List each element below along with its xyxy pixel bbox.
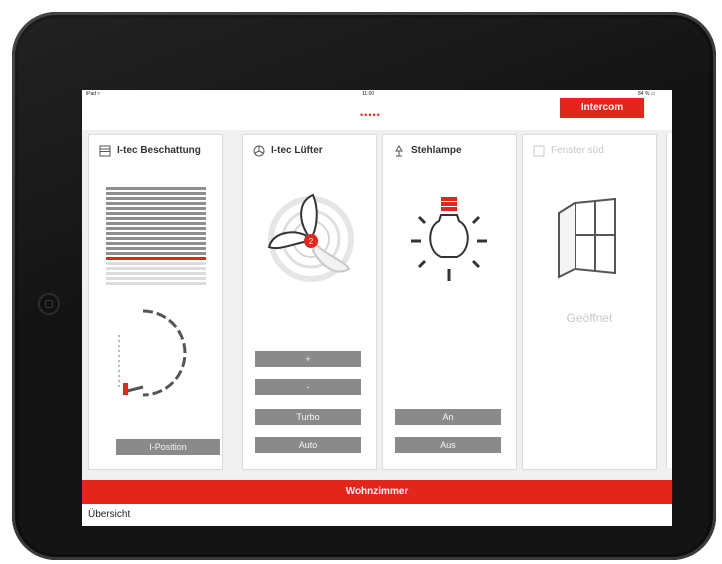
app-screen: iPad ≈ 11:00 84 % ▭ ••••• Intercom I-tec… [82,90,672,526]
slat-angle-dial[interactable] [113,305,203,401]
card-title: I-tec Beschattung [117,145,201,156]
fan-icon [253,145,265,157]
lamp-off-button[interactable]: Aus [395,437,501,453]
window-icon [533,145,545,157]
fan-minus-button[interactable]: - [255,379,361,395]
card-lamp[interactable]: Stehlampe An Aus [382,134,517,470]
card-title: Stehlampe [411,145,462,156]
ipad-frame: iPad ≈ 11:00 84 % ▭ ••••• Intercom I-tec… [12,12,716,560]
bulb-visual[interactable] [397,191,501,287]
card-fan[interactable]: I-tec Lüfter 2 + - Turbo Auto [242,134,377,470]
fan-visual[interactable]: 2 [259,189,359,285]
home-button[interactable] [38,293,60,315]
page-indicator[interactable]: ••••• [360,110,381,120]
card-window[interactable]: Fenster süd Geöffnet [522,134,657,470]
window-status: Geöffnet [566,311,613,325]
status-bar: iPad ≈ 11:00 84 % ▭ [82,90,672,98]
card-header: I-tec Beschattung [99,145,216,157]
card-header: I-tec Lüfter [253,145,370,157]
intercom-button[interactable]: Intercom [560,98,644,118]
card-header: Fenster süd [533,145,650,157]
carrier-text: iPad ≈ [86,91,101,97]
fan-plus-button[interactable]: + [255,351,361,367]
card-title: Fenster süd [551,145,604,156]
lamp-icon [395,145,403,157]
i-position-button[interactable]: I-Position [116,439,220,455]
overview-link[interactable]: Übersicht [88,506,130,524]
blinds-icon [99,145,111,157]
overview-bar: Übersicht [82,504,672,526]
battery-text: 84 % ▭ [638,91,656,97]
open-window-visual [558,197,616,279]
lamp-on-button[interactable]: An [395,409,501,425]
fan-auto-button[interactable]: Auto [255,437,361,453]
clock-text: 11:00 [362,91,375,97]
top-bar: ••••• Intercom [82,98,672,130]
room-title-bar[interactable]: Wohnzimmer [82,480,672,504]
next-card-peek[interactable] [666,134,672,468]
fan-turbo-button[interactable]: Turbo [255,409,361,425]
svg-text:2: 2 [309,237,314,246]
blind-visual[interactable] [106,187,206,291]
card-header: Stehlampe [393,145,510,157]
card-shading[interactable]: I-tec Beschattung I-Position [88,134,223,470]
device-cards: I-tec Beschattung I-Position I-tec Lüfte… [82,130,672,472]
card-title: I-tec Lüfter [271,145,323,156]
